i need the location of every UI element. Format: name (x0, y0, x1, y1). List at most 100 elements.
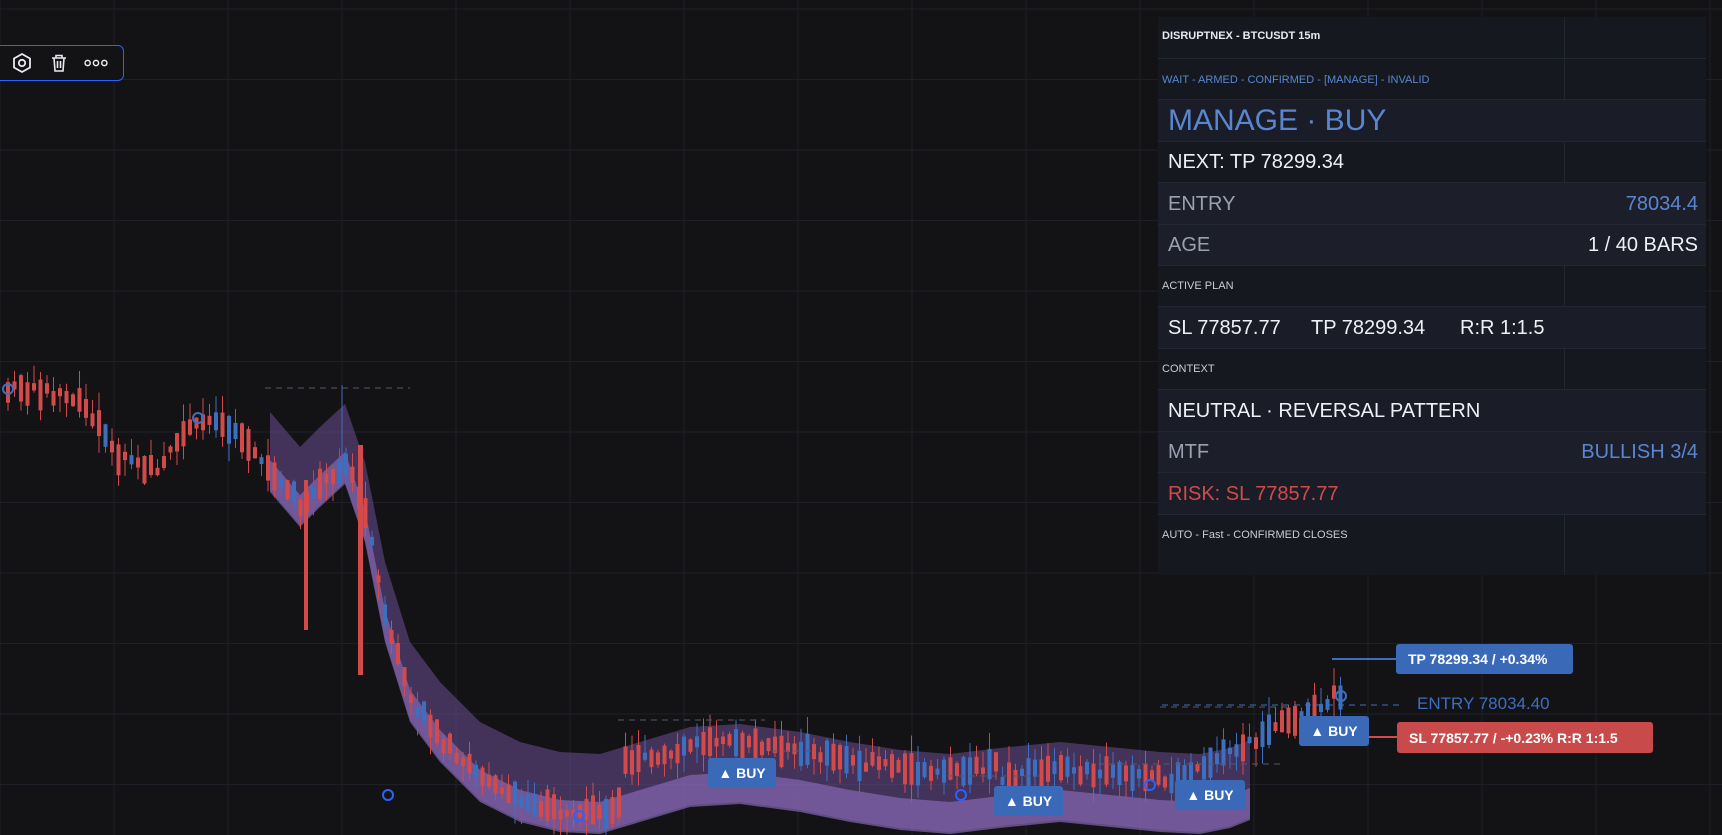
context-label: CONTEXT (1162, 363, 1215, 375)
buy-signal-label: ▲ BUY (708, 758, 776, 788)
candle-body (1020, 768, 1024, 776)
candle-body (552, 794, 556, 820)
candle-body (1221, 739, 1226, 766)
candle-body (753, 728, 758, 758)
candle-body (617, 787, 621, 818)
candle-body (1169, 773, 1174, 794)
candle-body (1117, 761, 1122, 786)
candle-body (292, 481, 296, 502)
candle-body (123, 451, 127, 461)
candle-body (604, 798, 608, 829)
signal-dashboard-panel: DISRUPTNEX - BTCUSDT 15m WAIT - ARMED - … (1158, 17, 1706, 575)
candle-body (656, 752, 660, 765)
candle-body (1267, 714, 1271, 745)
candle-body (298, 499, 303, 517)
plan-rr: R:R 1:1.5 (1460, 317, 1545, 339)
plan-tp: TP 78299.34 (1311, 317, 1426, 339)
candle-body (1163, 776, 1167, 788)
candle-body (805, 733, 810, 765)
mtf-label: MTF (1168, 441, 1210, 463)
candle-body (97, 410, 101, 437)
candle-body (903, 753, 907, 785)
candle-body (1202, 756, 1206, 780)
age-value: 1 / 40 BARS (1587, 234, 1698, 256)
trash-icon[interactable] (46, 50, 72, 76)
candle-body (734, 729, 738, 757)
candle-body (500, 787, 504, 794)
panel-mtf-row: MTF BULLISH 3/4 (1158, 431, 1706, 472)
candle-body (662, 745, 667, 765)
signal-circle (382, 789, 394, 801)
candle-body (760, 741, 764, 756)
candle-body (935, 768, 940, 775)
candle-body (1260, 721, 1265, 747)
candle-body (825, 740, 829, 766)
candle-body (838, 745, 842, 770)
risk-value: RISK: SL 77857.77 (1168, 483, 1339, 505)
candle-body (77, 388, 82, 412)
candle-body (1124, 765, 1128, 782)
panel-header-row: DISRUPTNEX - BTCUSDT 15m (1158, 17, 1706, 58)
panel-context-row: NEUTRAL · REVERSAL PATTERN (1158, 389, 1706, 431)
panel-risk-row: RISK: SL 77857.77 (1158, 472, 1706, 514)
more-icon[interactable] (83, 50, 109, 76)
candle-body (324, 473, 329, 484)
candle-body (272, 462, 277, 490)
candle-body (1059, 755, 1063, 781)
mtf-value: BULLISH 3/4 (1581, 441, 1698, 463)
candle-body (669, 750, 673, 759)
candle-body (1338, 685, 1343, 710)
panel-entry-row: ENTRY 78034.4 (1158, 182, 1706, 224)
panel-title: MANAGE · BUY (1168, 104, 1387, 137)
sl-level-tag: SL 77857.77 / -+0.23% R:R 1:1.5 (1397, 722, 1653, 753)
buy-signal-label: ▲ BUY (994, 786, 1063, 816)
candle-body (227, 416, 231, 444)
candle-body (207, 415, 212, 425)
candle-body (812, 744, 816, 760)
candle-body (304, 480, 308, 630)
candle-body (1137, 769, 1141, 779)
candle-body (480, 767, 485, 786)
drawing-toolbar (0, 45, 124, 81)
candle-body (610, 797, 615, 824)
candle-body (981, 767, 985, 774)
candle-body (25, 382, 30, 406)
candle-body (786, 742, 790, 752)
active-plan-label: ACTIVE PLAN (1162, 280, 1234, 292)
candle-body (383, 604, 387, 625)
candle-body (779, 735, 784, 768)
candle-body (890, 754, 894, 778)
plan-sl: SL 77857.77 (1168, 317, 1281, 339)
candle-body (110, 440, 114, 453)
candle-body (708, 727, 712, 757)
candle-body (155, 467, 160, 476)
candle-body (19, 375, 23, 402)
candle-body (526, 794, 530, 812)
candle-body (643, 752, 647, 760)
candle-body (792, 743, 797, 755)
candle-body (415, 707, 420, 718)
candle-body (448, 733, 452, 754)
candle-body (116, 444, 121, 476)
candle-body (45, 383, 49, 394)
candle-body (162, 456, 166, 469)
candle-body (175, 433, 179, 452)
candle-body (1111, 764, 1115, 778)
candle-body (942, 759, 946, 783)
candle-body (188, 419, 192, 435)
candle-body (1000, 776, 1005, 785)
panel-header: DISRUPTNEX - BTCUSDT 15m (1162, 30, 1321, 42)
candle-body (532, 794, 537, 816)
candle-body (883, 759, 888, 767)
candle-body (630, 750, 634, 775)
candle-body (714, 737, 719, 747)
candle-body (285, 480, 290, 500)
candle-body (1195, 763, 1200, 772)
candle-body (337, 458, 342, 484)
panel-title-row: MANAGE · BUY (1158, 99, 1706, 141)
candle-body (435, 719, 439, 744)
settings-icon[interactable] (9, 50, 35, 76)
candle-body (1156, 765, 1161, 785)
panel-states-row: WAIT - ARMED - CONFIRMED - [MANAGE] - IN… (1158, 58, 1706, 99)
candle-body (844, 745, 849, 774)
